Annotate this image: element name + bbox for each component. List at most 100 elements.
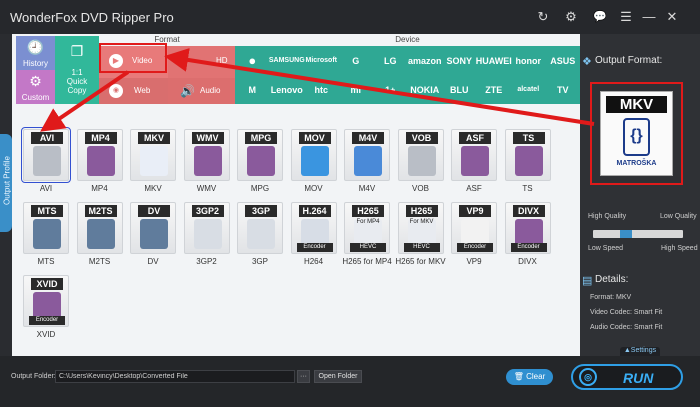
brand-htc-label: htc: [314, 84, 329, 95]
profile-icon: ASF: [451, 129, 497, 181]
run-button[interactable]: ◎ RUN: [571, 364, 683, 390]
brand-mi[interactable]: mi: [339, 75, 374, 104]
menu-icon[interactable]: ☰: [618, 9, 634, 25]
category-web[interactable]: ◉ Web: [99, 78, 168, 104]
film-icon: [193, 146, 222, 176]
profile-icon: AVI: [21, 127, 71, 183]
profile-tag: WMV: [191, 132, 224, 144]
brand-honor[interactable]: honor: [511, 46, 546, 75]
app-window: WonderFox DVD Ripper Pro ↻ ⚙ 💬 ☰ — ✕ Out…: [0, 0, 700, 407]
brand-samsung[interactable]: SAMSUNG: [268, 46, 305, 75]
quality-slider-thumb[interactable]: [620, 230, 632, 238]
profile-name: XVID: [36, 330, 56, 339]
brand-zte[interactable]: ZTE: [477, 75, 512, 104]
profile-tag: VP9: [459, 205, 491, 217]
profile-sub-label: HEVC: [350, 243, 386, 252]
profile-icon: MOV: [290, 129, 337, 181]
output-profile-label: Output Profile: [2, 156, 12, 205]
chat-icon[interactable]: 💬: [592, 9, 608, 25]
camcorder-icon: [33, 219, 61, 249]
brand-google[interactable]: G: [339, 46, 374, 75]
brand-blu[interactable]: BLU: [442, 75, 477, 104]
output-format-card[interactable]: MKV {} MATROŠKA: [600, 91, 673, 176]
profile-tag: H265: [405, 205, 438, 217]
profile-icon: H.264 Encoder: [290, 202, 337, 254]
profile-caption: For MP4: [356, 219, 380, 225]
phone-icon: [193, 219, 222, 249]
detail-audio-codec: Audio Codec: Smart Fit: [590, 324, 663, 331]
profile-icon: MTS: [23, 202, 69, 254]
custom-gear-icon: ⚙: [29, 73, 42, 89]
output-folder-label: Output Folder:: [11, 373, 56, 380]
brand-amazon-label: amazon: [407, 55, 442, 66]
category-video[interactable]: ▶ Video: [99, 46, 168, 78]
profile-name: DIVX: [518, 257, 537, 266]
disc-icon: [407, 146, 436, 176]
detail-video-codec: Video Codec: Smart Fit: [590, 309, 663, 316]
brand-asus[interactable]: ASUS: [546, 46, 581, 75]
trash-icon: 🗑: [513, 372, 527, 381]
clear-button[interactable]: 🗑 Clear: [506, 369, 553, 385]
output-format-label: Output Format:: [595, 55, 663, 66]
gear-icon[interactable]: ⚙: [563, 9, 579, 25]
details-icon: ▤: [582, 275, 593, 287]
browse-button[interactable]: ···: [297, 370, 310, 383]
category-audio[interactable]: 🔊 Audio: [168, 78, 235, 104]
profile-tag: H265: [352, 205, 384, 217]
chrome-icon: ◉: [109, 84, 123, 98]
brand-sony[interactable]: SONY: [442, 46, 477, 75]
brand-htc[interactable]: htc: [304, 75, 339, 104]
category-hd[interactable]: HD: [168, 46, 235, 78]
output-folder-input[interactable]: [55, 370, 295, 383]
brand-nokia[interactable]: NOKIA: [408, 75, 443, 104]
brand-samsung-label: SAMSUNG: [268, 57, 305, 64]
brand-lenovo[interactable]: Lenovo: [270, 75, 305, 104]
itunes-icon: [354, 146, 382, 176]
settings-button[interactable]: ▲Settings: [620, 347, 660, 356]
profile-sub-label: Encoder: [29, 316, 65, 325]
app-title: WonderFox DVD Ripper Pro: [10, 10, 174, 25]
open-folder-button[interactable]: Open Folder: [314, 370, 362, 383]
mkv-icon: [140, 146, 168, 176]
brand-tv[interactable]: TV: [546, 75, 581, 104]
brand-lg[interactable]: LG: [373, 46, 408, 75]
brand-huawei[interactable]: HUAWEI: [476, 46, 512, 75]
close-icon[interactable]: ✕: [664, 9, 680, 25]
device-header: Device: [395, 35, 420, 44]
format-header: Format: [154, 35, 180, 44]
profile-tag: M4V: [352, 132, 384, 144]
profile-icon: TS: [504, 129, 551, 181]
brand-oneplus[interactable]: 1+: [373, 75, 408, 104]
profile-tag: 3GP: [245, 205, 277, 217]
profile-tag: AVI: [31, 132, 63, 144]
brand-lenovo-label: Lenovo: [270, 84, 303, 95]
profile-icon: 3GP2: [183, 202, 230, 254]
brand-amazon[interactable]: amazon: [408, 46, 443, 75]
brand-google-label: G: [352, 55, 360, 66]
profile-tag: DV: [138, 205, 170, 217]
profile-tag: 3GP2: [191, 205, 224, 217]
profile-tag: H.264: [298, 205, 331, 217]
low-quality-label: Low Quality: [660, 213, 697, 220]
play-icon: ▶: [109, 54, 123, 68]
brand-asus-label: ASUS: [550, 55, 576, 66]
minimize-icon[interactable]: —: [641, 9, 657, 25]
audio-icon: 🔊: [180, 84, 195, 98]
refresh-icon[interactable]: ↻: [535, 9, 551, 25]
high-quality-label: High Quality: [588, 213, 627, 220]
brand-apple[interactable]: ●: [235, 46, 270, 75]
category-history[interactable]: 🕘 History: [16, 36, 55, 70]
brand-motorola[interactable]: M: [235, 75, 270, 104]
output-profile-tab[interactable]: Output Profile: [0, 134, 12, 232]
profile-icon: DV: [130, 202, 176, 254]
brand-alcatel[interactable]: alcatel: [511, 75, 546, 104]
quality-slider[interactable]: [593, 230, 683, 238]
category-quick-copy[interactable]: ❐ 1:1 Quick Copy: [55, 36, 99, 104]
profile-icon: DIVX Encoder: [504, 202, 551, 254]
film-icon: [461, 146, 489, 176]
output-format-tag: MKV: [606, 96, 667, 113]
custom-label: Custom: [21, 93, 50, 102]
category-custom[interactable]: ⚙ Custom: [16, 70, 55, 104]
brand-microsoft[interactable]: Microsoft: [304, 46, 339, 75]
profile-caption: For MKV: [409, 219, 434, 225]
